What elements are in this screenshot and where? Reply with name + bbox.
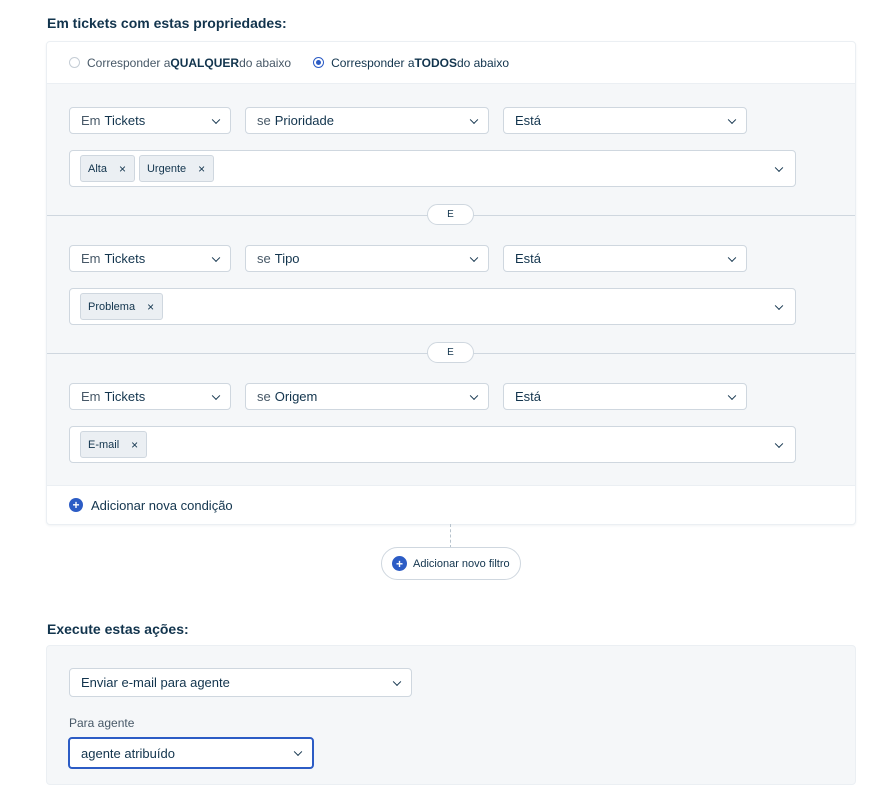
chevron-down-icon	[469, 391, 479, 400]
tag-label: Alta	[88, 162, 107, 175]
match-any-prefix: Corresponder a	[87, 55, 171, 70]
add-filter-button[interactable]: + Adicionar novo filtro	[381, 547, 521, 580]
value-multiselect[interactable]: E-mail ×	[69, 426, 796, 463]
value-multiselect[interactable]: Alta × Urgente ×	[69, 150, 796, 187]
operator-value: Está	[515, 113, 542, 128]
field-select[interactable]: se Tipo	[245, 245, 489, 272]
action-select[interactable]: Enviar e-mail para agente	[69, 668, 412, 697]
match-all-option[interactable]: Corresponder a TODOS do abaixo	[313, 56, 509, 70]
actions-card: Enviar e-mail para agente Para agente ag…	[46, 645, 856, 785]
match-any-suffix: do abaixo	[239, 55, 292, 70]
tag-label: E-mail	[88, 438, 120, 451]
and-connector: E	[427, 204, 474, 225]
and-connector: E	[427, 342, 474, 363]
conditions-section-title: Em tickets com estas propriedades:	[47, 15, 287, 31]
value-tag: Problema ×	[80, 293, 164, 320]
chevron-down-icon	[469, 253, 479, 262]
value-tag: E-mail ×	[80, 431, 148, 458]
recipient-value: agente atribuído	[81, 745, 175, 761]
entity-value: Tickets	[104, 113, 146, 128]
chevron-down-icon	[211, 253, 221, 262]
entity-prefix: Em	[81, 389, 101, 404]
add-condition-button[interactable]: + Adicionar nova condição	[47, 486, 855, 524]
operator-select[interactable]: Está	[503, 245, 747, 272]
close-icon[interactable]: ×	[119, 163, 126, 175]
condition-block: E Em Tickets se Origem Está E-mail ×	[47, 342, 855, 486]
recipient-label: Para agente	[69, 716, 135, 730]
chevron-down-icon	[727, 115, 737, 124]
match-mode-selector: Corresponder a QUALQUER do abaixo Corres…	[47, 42, 855, 84]
match-all-prefix: Corresponder a	[331, 55, 415, 70]
match-any-bold: QUALQUER	[170, 55, 240, 70]
close-icon[interactable]: ×	[198, 163, 205, 175]
condition-block: Em Tickets se Prioridade Está Alta × Urg…	[47, 84, 855, 216]
field-select[interactable]: se Origem	[245, 383, 489, 410]
match-all-suffix: do abaixo	[456, 55, 509, 70]
value-tag: Urgente ×	[138, 155, 215, 182]
operator-value: Está	[515, 251, 542, 266]
connector-line	[450, 524, 451, 548]
conditions-card: Corresponder a QUALQUER do abaixo Corres…	[46, 41, 856, 525]
match-all-bold: TODOS	[414, 55, 457, 70]
field-value: Tipo	[274, 251, 300, 266]
condition-block: E Em Tickets se Tipo Está Problema ×	[47, 204, 855, 354]
operator-value: Está	[515, 389, 542, 404]
entity-value: Tickets	[104, 251, 146, 266]
action-value: Enviar e-mail para agente	[81, 675, 230, 690]
entity-prefix: Em	[81, 251, 101, 266]
tag-label: Problema	[88, 300, 136, 313]
entity-select[interactable]: Em Tickets	[69, 107, 231, 134]
chevron-down-icon	[774, 439, 784, 448]
field-prefix: se	[257, 389, 271, 404]
plus-icon: +	[392, 556, 407, 571]
value-multiselect[interactable]: Problema ×	[69, 288, 796, 325]
close-icon[interactable]: ×	[131, 439, 138, 451]
add-condition-label: Adicionar nova condição	[91, 497, 233, 513]
value-tag: Alta ×	[80, 155, 135, 182]
chevron-down-icon	[727, 253, 737, 262]
recipient-select[interactable]: agente atribuído	[68, 737, 314, 769]
field-select[interactable]: se Prioridade	[245, 107, 489, 134]
field-value: Prioridade	[274, 113, 334, 128]
field-value: Origem	[274, 389, 318, 404]
add-filter-label: Adicionar novo filtro	[413, 557, 510, 570]
operator-select[interactable]: Está	[503, 107, 747, 134]
plus-icon: +	[69, 498, 83, 512]
entity-select[interactable]: Em Tickets	[69, 245, 231, 272]
chevron-down-icon	[293, 747, 303, 757]
close-icon[interactable]: ×	[147, 301, 154, 313]
field-prefix: se	[257, 113, 271, 128]
entity-select[interactable]: Em Tickets	[69, 383, 231, 410]
chevron-down-icon	[469, 115, 479, 124]
chevron-down-icon	[774, 301, 784, 310]
actions-section-title: Execute estas ações:	[47, 621, 189, 637]
chevron-down-icon	[392, 677, 402, 686]
chevron-down-icon	[211, 391, 221, 400]
operator-select[interactable]: Está	[503, 383, 747, 410]
tag-label: Urgente	[146, 162, 187, 175]
entity-value: Tickets	[104, 389, 146, 404]
chevron-down-icon	[774, 163, 784, 172]
match-all-radio[interactable]	[313, 57, 325, 68]
field-prefix: se	[257, 251, 271, 266]
entity-prefix: Em	[81, 113, 101, 128]
match-any-radio[interactable]	[69, 57, 80, 68]
chevron-down-icon	[211, 115, 221, 124]
chevron-down-icon	[727, 391, 737, 400]
match-any-option[interactable]: Corresponder a QUALQUER do abaixo	[69, 56, 291, 70]
